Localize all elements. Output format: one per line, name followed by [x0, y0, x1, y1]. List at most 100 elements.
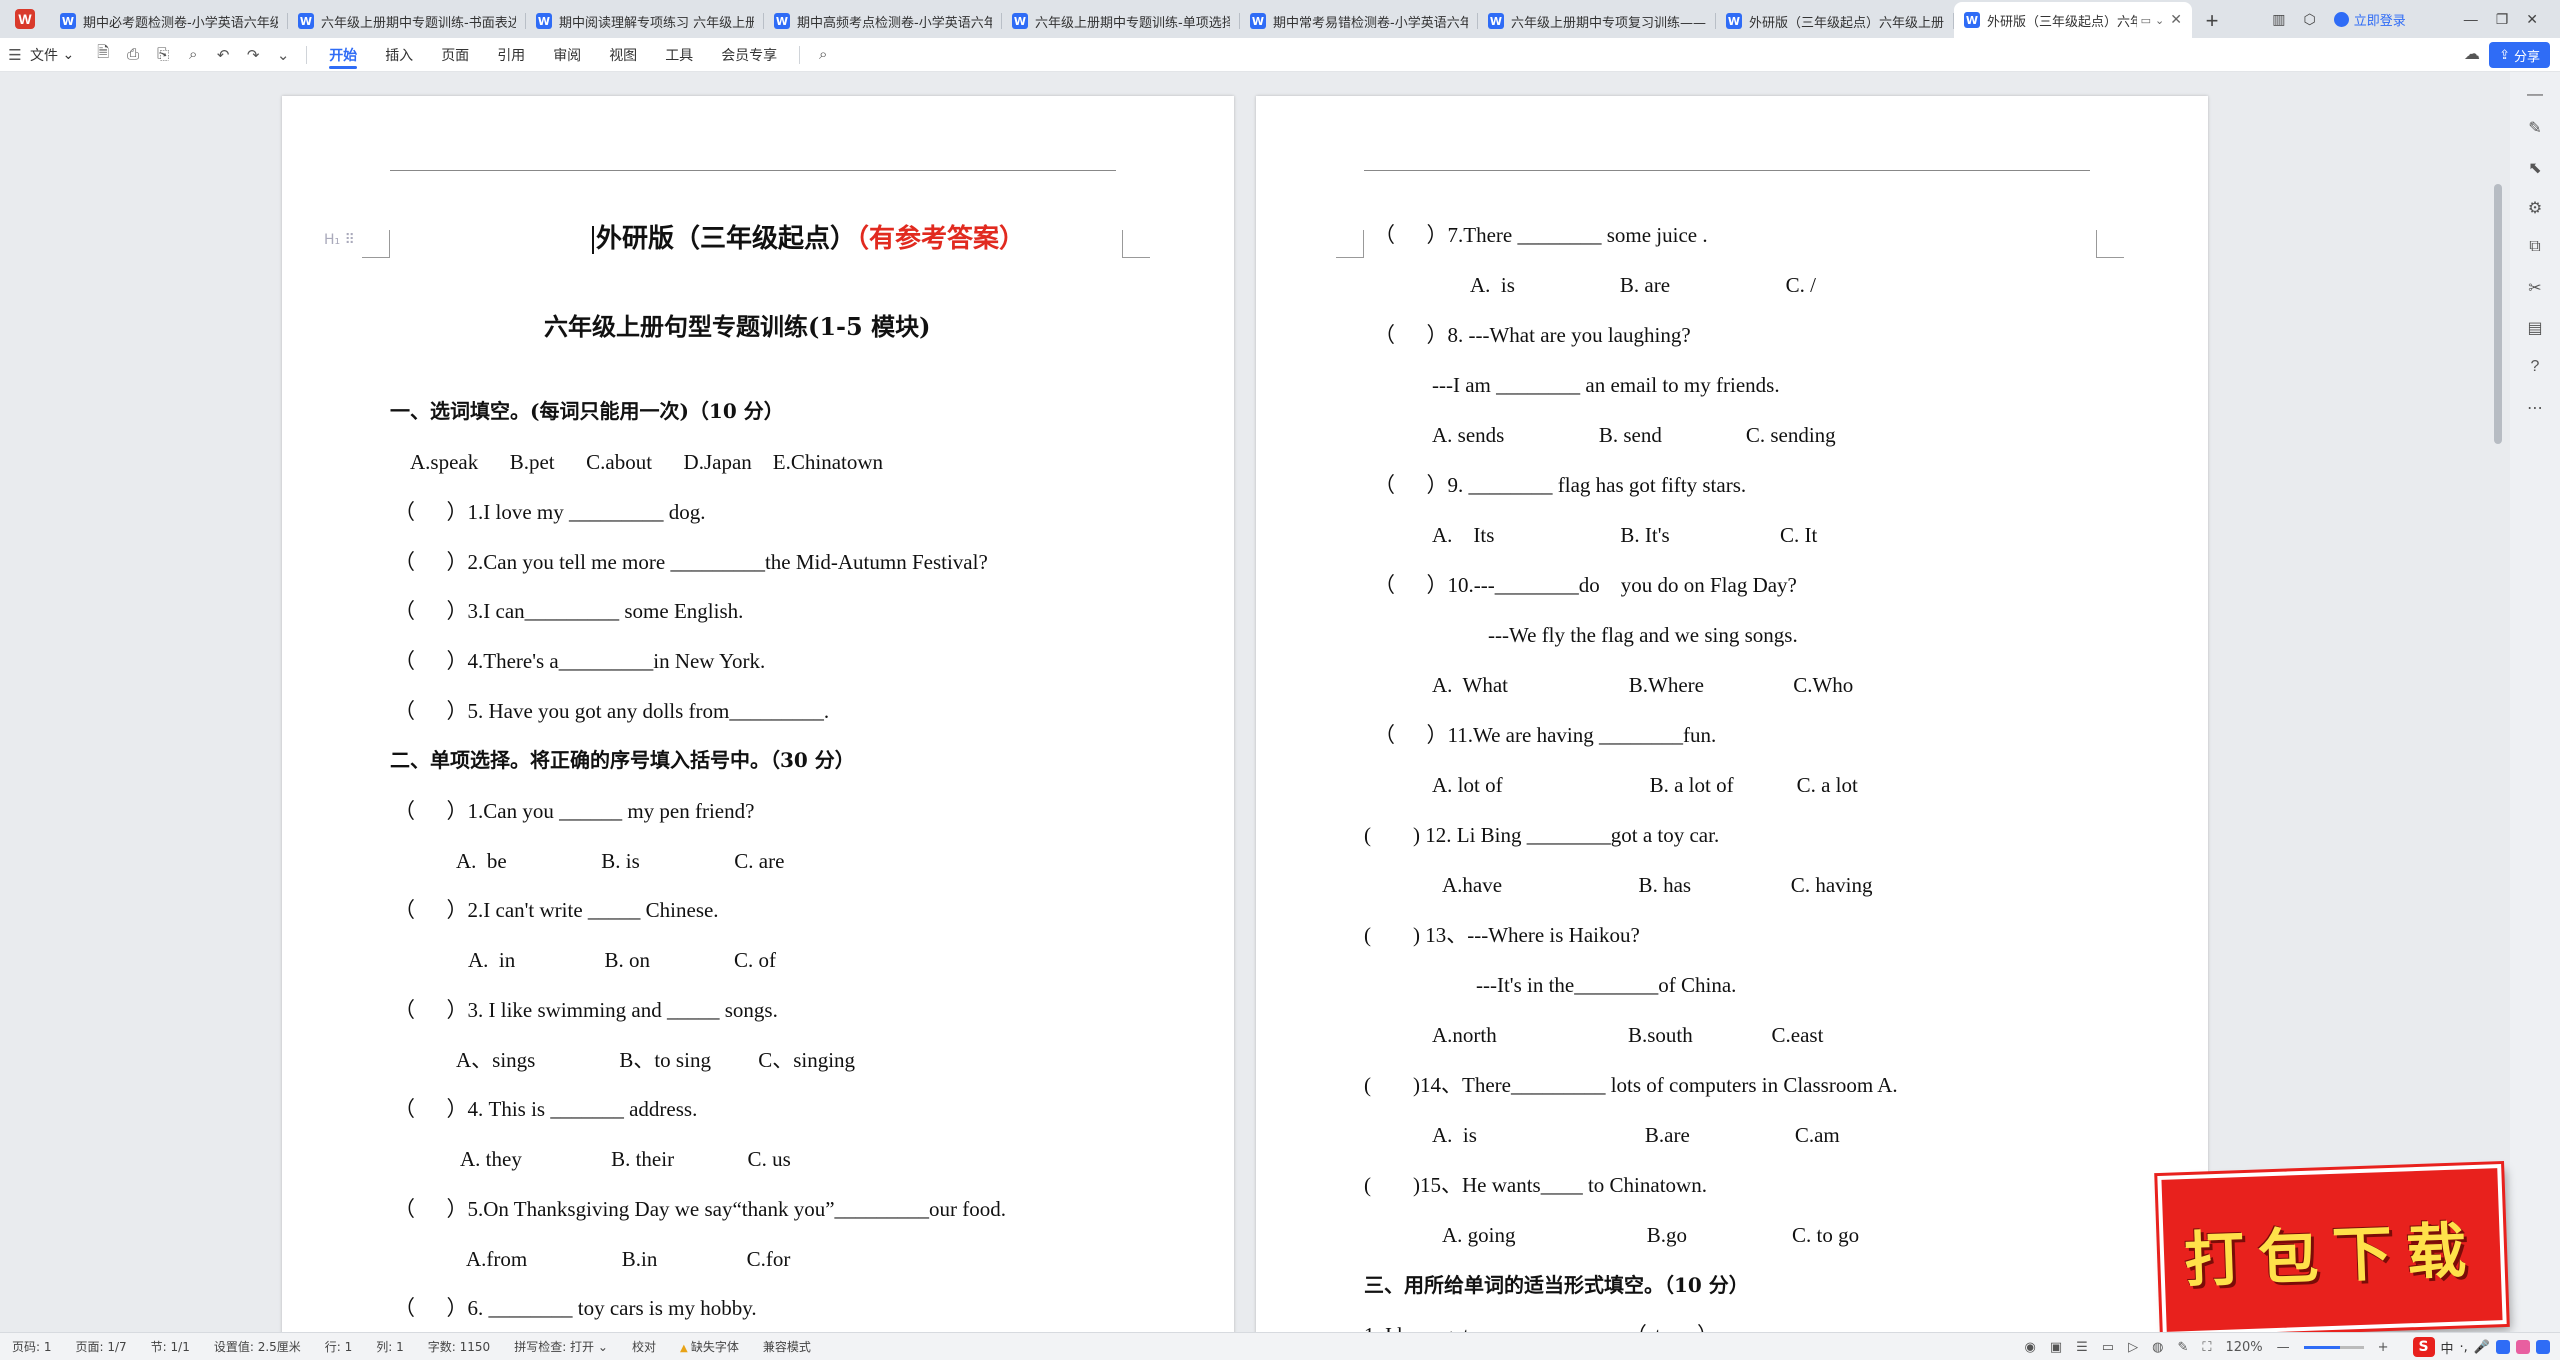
zoom-slider[interactable]: [2303, 1345, 2364, 1349]
share-button[interactable]: ⇪ 分享: [2489, 42, 2550, 68]
document-tab[interactable]: W 外研版（三年级起点）六年级上册期: [1716, 4, 1954, 38]
toolbox-icon[interactable]: [2536, 1340, 2550, 1354]
tab-home[interactable]: 开始: [315, 38, 371, 72]
tab-review[interactable]: 审阅: [539, 38, 595, 72]
options-line: A. sends B. send C. sending: [1432, 423, 1836, 447]
tab-page[interactable]: 页面: [427, 38, 483, 72]
options-line: A. is B.are C.am: [1432, 1123, 1840, 1147]
tab-tools[interactable]: 工具: [651, 38, 707, 72]
tools-icon[interactable]: ✂: [2525, 278, 2545, 298]
wps-logo-icon[interactable]: W: [0, 0, 50, 38]
status-section[interactable]: 节: 1/1: [139, 1338, 202, 1355]
zoom-value[interactable]: 120%: [2225, 1340, 2262, 1355]
status-spell-check[interactable]: 拼写检查: 打开 ⌄: [502, 1338, 620, 1355]
undo-icon[interactable]: ↶: [208, 38, 238, 72]
options-line: A. in B. on C. of: [468, 948, 777, 972]
settings-icon[interactable]: ⚙: [2525, 198, 2545, 218]
document-tab[interactable]: W 期中常考易错检测卷-小学英语六年: [1240, 4, 1478, 38]
redo-icon[interactable]: ↷: [238, 38, 268, 72]
divider: [306, 45, 308, 64]
help-icon[interactable]: ?: [2525, 358, 2545, 376]
section-heading: 二、单项选择。将正确的序号填入括号中。（30 分）: [390, 748, 855, 772]
file-menu-label: 文件: [30, 47, 58, 64]
print-icon[interactable]: ⎘: [148, 38, 178, 72]
select-icon[interactable]: ⬉: [2525, 158, 2545, 178]
mic-icon[interactable]: 🎤: [2474, 1340, 2490, 1355]
web-view-icon[interactable]: ☰: [2076, 1340, 2088, 1355]
document-tab[interactable]: W 六年级上册期中专项复习训练——补: [1478, 4, 1716, 38]
word-doc-icon: W: [536, 13, 552, 29]
layout-icon[interactable]: ▥: [2272, 11, 2285, 28]
cube-icon[interactable]: ⬡: [2303, 11, 2315, 28]
options-line: A.have B. has C. having: [1442, 873, 1873, 897]
document-workspace: H₁ ⠿ 外研版（三年级起点）（有参考答案） 六年级上册句型专题训练(1-5 模…: [0, 72, 2560, 1332]
document-tab[interactable]: W 期中高频考点检测卷-小学英语六年: [764, 4, 1002, 38]
login-button[interactable]: 立即登录: [2333, 10, 2406, 29]
options-line: A. Its B. It's C. It: [1432, 523, 1818, 547]
eye-icon[interactable]: ◉: [2025, 1340, 2036, 1355]
zoom-out-icon[interactable]: —: [2277, 1340, 2290, 1355]
more-options-icon[interactable]: ⋯: [2525, 398, 2545, 418]
pen-icon[interactable]: ✎: [2525, 118, 2545, 138]
screen-icon[interactable]: ▭: [2141, 14, 2151, 27]
document-page[interactable]: （ ）7.There ________ some juice . A. is B…: [1256, 96, 2208, 1332]
chevron-down-icon[interactable]: ⌄: [2155, 14, 2164, 27]
fit-icon[interactable]: ⛶: [2202, 1340, 2211, 1355]
divider: [799, 45, 801, 64]
status-page-code[interactable]: 页码: 1: [0, 1338, 64, 1355]
tab-view[interactable]: 视图: [595, 38, 651, 72]
word-doc-icon: W: [60, 13, 76, 29]
close-window-icon[interactable]: ✕: [2526, 11, 2538, 28]
restore-icon[interactable]: ❐: [2496, 11, 2509, 28]
document-tab[interactable]: W 期中阅读理解专项练习 六年级上册: [526, 4, 764, 38]
tab-insert[interactable]: 插入: [371, 38, 427, 72]
more-icon[interactable]: ⌄: [268, 38, 298, 72]
keyboard-icon[interactable]: [2496, 1340, 2510, 1354]
document-page[interactable]: H₁ ⠿ 外研版（三年级起点）（有参考答案） 六年级上册句型专题训练(1-5 模…: [282, 96, 1234, 1332]
ime-mode-label[interactable]: 中: [2441, 1338, 2454, 1357]
question-line: ( ) 12. Li Bing ________got a toy car.: [1364, 823, 1720, 847]
translate-icon[interactable]: ⧉: [2525, 238, 2545, 256]
new-tab-button[interactable]: +: [2192, 4, 2232, 38]
file-menu[interactable]: 文件 ⌄: [30, 38, 88, 72]
status-setting[interactable]: 设置值: 2.5厘米: [202, 1338, 313, 1355]
outline-view-icon[interactable]: ▭: [2102, 1340, 2114, 1355]
status-page-count[interactable]: 页面: 1/7: [64, 1338, 139, 1355]
status-word-count[interactable]: 字数: 1150: [416, 1338, 502, 1355]
punctuation-icon[interactable]: ·,: [2460, 1340, 2468, 1355]
close-icon[interactable]: ✕: [2170, 12, 2182, 28]
vertical-scrollbar[interactable]: [2494, 184, 2502, 444]
options-line: A. lot of B. a lot of C. a lot: [1432, 773, 1858, 797]
minimize-icon[interactable]: —: [2464, 11, 2478, 27]
word-doc-icon: W: [298, 13, 314, 29]
tab-references[interactable]: 引用: [483, 38, 539, 72]
sogou-icon[interactable]: S: [2412, 1337, 2435, 1357]
status-proof[interactable]: 校对: [620, 1338, 668, 1355]
book-icon[interactable]: ▤: [2525, 318, 2545, 338]
search-icon[interactable]: ⌕: [808, 38, 838, 72]
globe-icon[interactable]: ◍: [2152, 1340, 2163, 1355]
menu-icon[interactable]: ☰: [0, 38, 30, 72]
cloud-icon[interactable]: ☁: [2464, 44, 2480, 64]
question-line: （ ）5.On Thanksgiving Day we say“thank yo…: [394, 1197, 1007, 1221]
options-line: A. going B.go C. to go: [1442, 1223, 1860, 1247]
skin-icon[interactable]: [2516, 1340, 2530, 1354]
edit-icon[interactable]: ✎: [2177, 1340, 2188, 1355]
document-tab[interactable]: W 六年级上册期中专题训练-书面表达: [288, 4, 526, 38]
zoom-in-icon[interactable]: +: [2378, 1340, 2389, 1355]
save-icon[interactable]: 🗎: [88, 38, 118, 72]
preview-icon[interactable]: ⌕: [178, 38, 208, 72]
play-icon[interactable]: ▷: [2128, 1340, 2138, 1355]
download-package-badge[interactable]: 打包下载: [2157, 1164, 2507, 1336]
document-tab[interactable]: W 期中必考题检测卷-小学英语六年级上: [50, 4, 288, 38]
export-icon[interactable]: ⎙: [118, 38, 148, 72]
page-view-icon[interactable]: ▣: [2050, 1340, 2062, 1355]
document-tab[interactable]: W 六年级上册期中专题训练-单项选择: [1002, 4, 1240, 38]
spell-check-label: 拼写检查: 打开: [514, 1340, 595, 1354]
ribbon: ☰ 文件 ⌄ 🗎 ⎙ ⎘ ⌕ ↶ ↷ ⌄ 开始 插入 页面 引用 审阅 视图 工…: [0, 38, 2560, 72]
tab-member[interactable]: 会员专享: [707, 38, 791, 72]
heading-handle-icon[interactable]: H₁ ⠿: [324, 232, 355, 248]
collapse-icon[interactable]: —: [2525, 86, 2545, 104]
document-tab-active[interactable]: W 外研版（三年级起点）六年级 ▭ ⌄ ✕: [1954, 2, 2192, 38]
status-missing-font[interactable]: 缺失字体: [668, 1338, 751, 1355]
